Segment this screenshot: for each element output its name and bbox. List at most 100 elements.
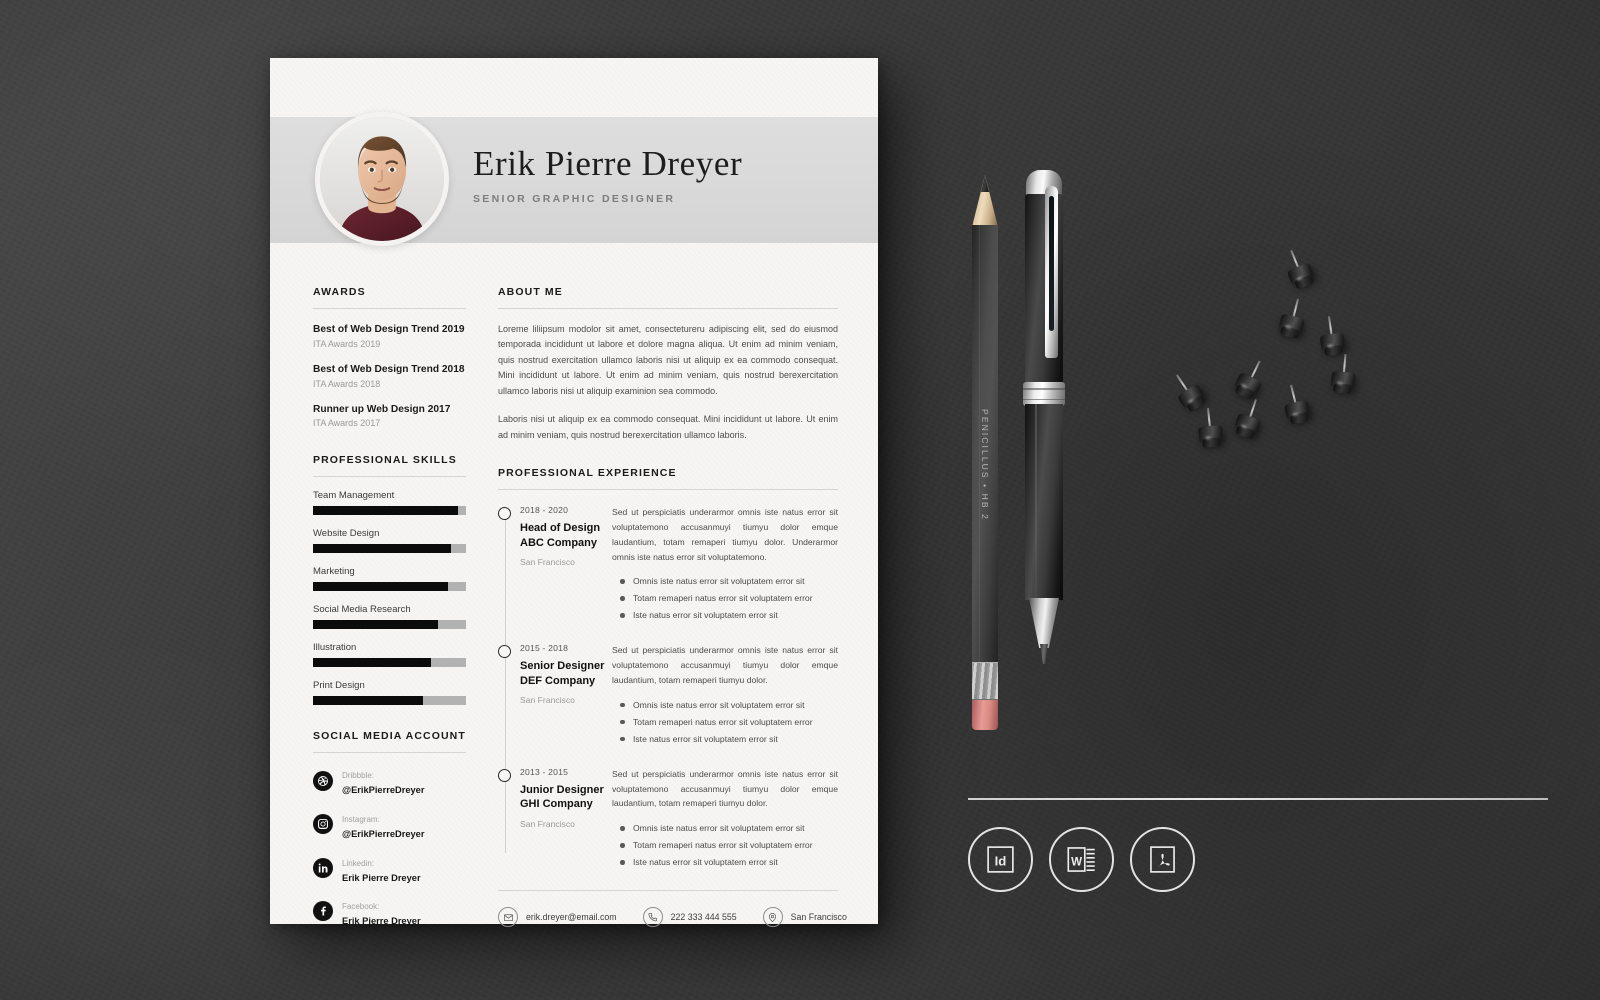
social-item[interactable]: Facebook: Erik Pierre Dreyer: [313, 895, 466, 928]
experience-bullet: Iste natus error sit voluptatem error si…: [620, 731, 838, 748]
skill-bar-track: [313, 544, 466, 554]
facebook-icon: [313, 901, 333, 922]
job-title: SENIOR GRAPHIC DESIGNER: [473, 193, 676, 205]
pdf-badge[interactable]: [1130, 827, 1195, 892]
contact-item[interactable]: San Francisco: [762, 907, 847, 928]
linkedin-icon: [313, 857, 333, 878]
skill-label: Illustration: [313, 642, 357, 654]
experience-description: Sed ut perspiciatis underarmor omnis ist…: [612, 645, 838, 686]
skill-label: Social Media Research: [313, 604, 411, 616]
experience-bullet: Omnis iste natus error sit voluptatem er…: [620, 573, 838, 590]
skill-label: Marketing: [313, 566, 355, 578]
award-subtitle: ITA Awards 2018: [313, 378, 381, 389]
mail-icon: [498, 907, 518, 928]
experience-bullet: Omnis iste natus error sit voluptatem er…: [620, 820, 838, 837]
experience-bullet-list: Omnis iste natus error sit voluptatem er…: [612, 820, 838, 871]
format-badge-group: Id W: [968, 827, 1195, 892]
experience-location: San Francisco: [520, 695, 575, 706]
pen-center-ring: [1023, 382, 1065, 406]
footer-divider: [968, 798, 1548, 800]
resume-document: Erik Pierre Dreyer SENIOR GRAPHIC DESIGN…: [270, 58, 878, 928]
contact-footer: erik.dreyer@email.com 222 333 444 555 Sa…: [498, 890, 847, 928]
pencil-lead: [981, 175, 989, 192]
experience-years: 2018 - 2020: [520, 505, 569, 516]
skill-bar-fill: [313, 506, 459, 516]
skill-item: Social Media Research: [313, 604, 466, 630]
experience-section: PROFESSIONAL EXPERIENCE 2018 - 2020 Head…: [498, 467, 838, 871]
experience-bullet: Iste natus error sit voluptatem error si…: [620, 607, 838, 624]
pencil-label: PENICILLUS • HB 2: [980, 409, 990, 521]
about-paragraph: Laboris nisi ut aliquip ex ea commodo co…: [498, 414, 838, 440]
social-handle: Erik Pierre Dreyer: [342, 872, 421, 883]
social-label: Instagram:: [342, 814, 380, 824]
divider: [313, 752, 466, 754]
award-name: Best of Web Design Trend 2018: [313, 363, 465, 375]
skills-heading: PROFESSIONAL SKILLS: [313, 454, 457, 467]
divider: [498, 890, 838, 892]
social-item[interactable]: Instagram: @ErikPierreDreyer: [313, 808, 466, 841]
skill-bar-track: [313, 506, 466, 516]
skill-bar-fill: [313, 658, 431, 668]
experience-description: Sed ut perspiciatis underarmor omnis ist…: [612, 507, 838, 562]
experience-bullet: Omnis iste natus error sit voluptatem er…: [620, 697, 838, 714]
profile-photo: [315, 112, 449, 246]
experience-role: Junior Designer GHI Company: [520, 783, 604, 811]
divider: [313, 476, 466, 478]
social-handle: @ErikPierreDreyer: [342, 828, 425, 839]
experience-bullet: Totam remaperi natus error sit voluptate…: [620, 714, 838, 731]
award-item: Best of Web Design Trend 2018 ITA Awards…: [313, 363, 466, 389]
award-subtitle: ITA Awards 2019: [313, 338, 381, 349]
divider: [498, 308, 838, 309]
pen-cone: [1029, 598, 1059, 648]
instagram-icon: [313, 814, 333, 835]
skill-bar-track: [313, 658, 466, 668]
divider: [313, 308, 466, 309]
experience-item: 2015 - 2018 Senior Designer DEF Company S…: [498, 643, 838, 747]
pen-lower-barrel: [1025, 404, 1063, 600]
skill-item: Illustration: [313, 642, 466, 668]
skill-bar-fill: [313, 544, 451, 554]
pen-tip: [1040, 644, 1048, 664]
experience-bullet: Totam remaperi natus error sit voluptate…: [620, 837, 838, 854]
social-label: Linkedin:: [342, 858, 375, 868]
skill-bar-track: [313, 696, 466, 706]
left-sidebar: AWARDS Best of Web Design Trend 2019 ITA…: [313, 286, 466, 928]
social-handle: @ErikPierreDreyer: [342, 785, 425, 796]
pen-prop: [1000, 170, 1068, 670]
experience-years: 2013 - 2015: [520, 766, 569, 777]
contact-value: San Francisco: [790, 912, 847, 923]
phone-icon: [642, 907, 663, 928]
experience-heading: PROFESSIONAL EXPERIENCE: [498, 467, 677, 480]
contact-value: erik.dreyer@email.com: [526, 912, 617, 923]
experience-bullet-list: Omnis iste natus error sit voluptatem er…: [612, 697, 838, 748]
skill-bar-fill: [313, 582, 448, 592]
experience-bullet: Iste natus error sit voluptatem error si…: [620, 854, 838, 871]
pushpin-collar: [1333, 383, 1352, 394]
skill-bar-fill: [313, 620, 439, 630]
skill-label: Website Design: [313, 528, 380, 540]
experience-location: San Francisco: [520, 557, 575, 568]
location-pin-icon: [762, 907, 783, 928]
word-badge[interactable]: W: [1049, 827, 1114, 892]
indesign-badge[interactable]: Id: [968, 827, 1033, 892]
awards-section: AWARDS Best of Web Design Trend 2019 ITA…: [313, 286, 466, 428]
experience-location: San Francisco: [520, 818, 575, 829]
experience-item: 2013 - 2015 Junior Designer GHI Company S…: [498, 767, 838, 871]
skill-item: Print Design: [313, 680, 466, 706]
skill-bar-track: [313, 582, 466, 592]
pencil-body: PENICILLUS • HB 2: [972, 225, 998, 662]
pencil-ferrule: [972, 662, 998, 700]
pushpin-highlight: [1336, 381, 1344, 385]
social-label: Dribbble:: [342, 771, 375, 781]
skill-label: Print Design: [313, 680, 365, 692]
social-item[interactable]: Dribbble: @ErikPierreDreyer: [313, 764, 466, 797]
svg-text:W: W: [1071, 856, 1082, 868]
social-handle: Erik Pierre Dreyer: [342, 916, 421, 927]
social-item[interactable]: Linkedin: Erik Pierre Dreyer: [313, 852, 466, 885]
award-name: Best of Web Design Trend 2019: [313, 324, 465, 335]
skill-item: Website Design: [313, 528, 466, 554]
contact-item[interactable]: 222 333 444 555: [642, 907, 737, 928]
contact-item[interactable]: erik.dreyer@email.com: [498, 907, 617, 928]
skills-section: PROFESSIONAL SKILLS Team Management Webs…: [313, 454, 466, 706]
about-paragraph: Loreme liliipsum modolor sit amet, conse…: [498, 324, 838, 396]
